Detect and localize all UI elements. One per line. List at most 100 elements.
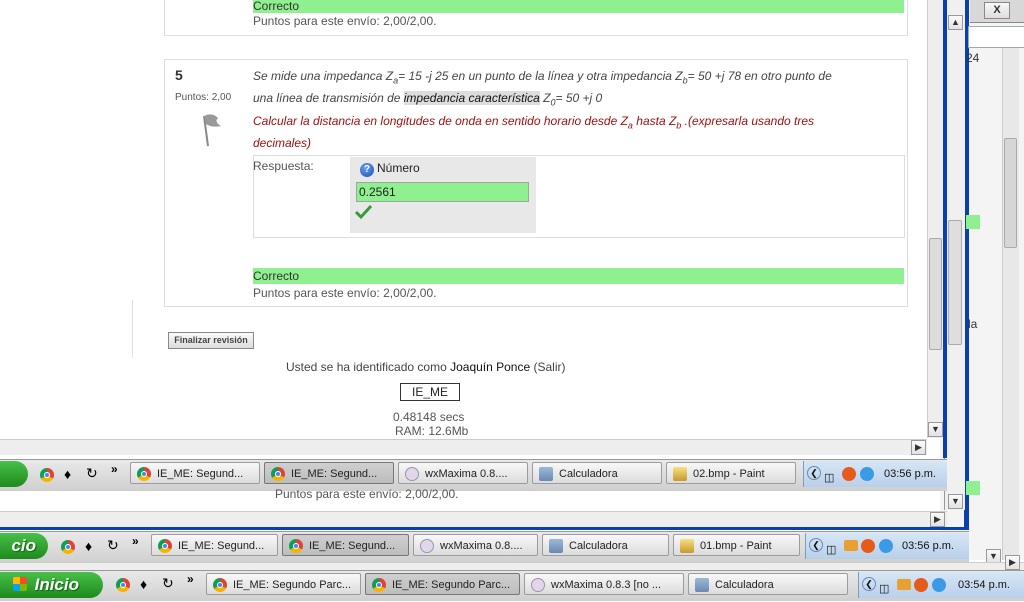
quicklaunch-icon-3[interactable]: ♦ (140, 576, 147, 592)
tray-arrow-icon[interactable]: ❮ (807, 466, 821, 480)
background-fragment-la: la (968, 317, 978, 331)
tray-app-icon-3[interactable] (914, 578, 928, 592)
taskbar-button-1[interactable]: IE_ME: Segund... (151, 534, 278, 556)
question-text: Se mide una impedanca Za= 15 -j 25 en un… (253, 67, 903, 152)
instruction-text-2: hasta Z (632, 113, 677, 128)
background-scrollbar-thumb[interactable] (1004, 138, 1017, 248)
question-text-2: = 15 -j 25 en un punto de la línea y otr… (398, 69, 683, 83)
taskbar-button-label: IE_ME: Segund... (178, 540, 265, 552)
paint-icon (673, 467, 687, 481)
taskbar-button-label: wxMaxima 0.8.3 [no ... (551, 579, 662, 591)
overflow-icon[interactable]: » (111, 462, 118, 476)
start-button-1[interactable] (0, 461, 28, 487)
tray-globe-icon[interactable] (860, 467, 874, 481)
chrome-icon (289, 539, 303, 553)
mid-scrollbar-thumb[interactable] (948, 220, 962, 345)
tray-folder-icon-3[interactable] (897, 579, 911, 590)
calculator-icon (539, 467, 553, 481)
taskbar-button-label: wxMaxima 0.8.... (440, 540, 523, 552)
taskbar-button-label: 01.bmp - Paint (700, 540, 772, 552)
glossary-link[interactable]: impedancia característica (403, 91, 540, 106)
chrome-quicklaunch-icon[interactable] (40, 468, 54, 482)
taskbar-button-4[interactable]: Calculadora (688, 573, 848, 595)
tray-app-icon[interactable] (842, 467, 856, 481)
question-text-5: Z (539, 91, 551, 106)
taskbar-button-1[interactable]: IE_ME: Segund... (130, 462, 260, 484)
chrome-icon (271, 467, 285, 481)
behind-scroll-right-button[interactable]: ▶ (930, 512, 945, 527)
quicklaunch-icon-2[interactable]: ♦ (85, 538, 92, 554)
start-button-2[interactable]: cio (0, 533, 48, 559)
main-horizontal-scrollbar[interactable]: ▶ (0, 439, 927, 455)
taskbar-button-2[interactable]: IE_ME: Segund... (264, 462, 394, 484)
background-scroll-right-button[interactable]: ▶ (1005, 555, 1020, 570)
instruction: Calcular la distancia en longitudes de o… (253, 114, 814, 150)
chrome-icon (158, 539, 172, 553)
close-icon[interactable]: X (984, 2, 1010, 19)
paint-icon (680, 539, 694, 553)
taskbar-button-1[interactable]: IE_ME: Segundo Parc... (206, 573, 361, 595)
tray-arrow-icon-2[interactable]: ❮ (809, 538, 823, 552)
behind-horizontal-scrollbar[interactable]: ▶ (0, 511, 947, 527)
main-scroll-down-button[interactable]: ▼ (928, 422, 943, 437)
user-link[interactable]: Joaquín Ponce (450, 360, 530, 374)
taskbar-button-3[interactable]: wxMaxima 0.8.... (398, 462, 528, 484)
instruction-text-4: decimales) (253, 136, 312, 151)
answer-type-label: Número (377, 161, 420, 175)
tray-3: ❮ ◫ 03:54 p.m. (858, 572, 1024, 598)
taskbar-button-3[interactable]: wxMaxima 0.8.... (413, 534, 538, 556)
main-vertical-scrollbar[interactable]: ▼ (927, 0, 943, 438)
taskbar-button-3[interactable]: wxMaxima 0.8.3 [no ... (524, 573, 684, 595)
chrome-quicklaunch-icon-3[interactable] (116, 578, 130, 592)
chrome-icon (372, 578, 386, 592)
tray-arrow-icon-3[interactable]: ❮ (862, 577, 876, 591)
mid-scroll-down-button[interactable]: ▼ (948, 494, 963, 509)
taskbar-button-4[interactable]: Calculadora (542, 534, 669, 556)
chrome-icon (137, 467, 151, 481)
calculator-icon (549, 539, 563, 553)
taskbar-button-label: IE_ME: Segundo Parc... (233, 579, 352, 591)
answer-label: Respuesta: (253, 159, 314, 173)
main-scrollbar-thumb[interactable] (929, 238, 942, 350)
login-prefix: Usted se ha identificado como (286, 360, 451, 374)
tray-folder-icon-2[interactable] (844, 540, 858, 551)
refresh-icon-3[interactable]: ↻ (162, 575, 174, 592)
chrome-quicklaunch-icon-2[interactable] (61, 540, 75, 554)
refresh-icon[interactable]: ↻ (86, 465, 98, 482)
taskbar-button-2[interactable]: IE_ME: Segund... (282, 534, 409, 556)
taskbar-button-2[interactable]: IE_ME: Segundo Parc... (365, 573, 520, 595)
main-window-border (943, 0, 947, 458)
taskbar-button-label: 02.bmp - Paint (693, 468, 765, 480)
course-button[interactable]: IE_ME (400, 383, 460, 401)
finish-review-button[interactable]: Finalizar revisión (168, 332, 254, 349)
tray-globe-icon-2[interactable] (879, 539, 893, 553)
taskbar-button-label: Calculadora (715, 579, 774, 591)
behind-score: Puntos para este envío: 2,00/2,00. (275, 487, 459, 501)
taskbar-button-5[interactable]: 02.bmp - Paint (666, 462, 796, 484)
calculator-icon (695, 578, 709, 592)
flag-icon[interactable] (194, 112, 224, 148)
tray-globe-icon-3[interactable] (932, 578, 946, 592)
help-icon[interactable]: ? (360, 163, 374, 177)
overflow-icon-3[interactable]: » (187, 572, 194, 586)
taskbar-button-label: wxMaxima 0.8.... (425, 468, 508, 480)
taskbar-button-5[interactable]: 01.bmp - Paint (673, 534, 800, 556)
quicklaunch-icon[interactable]: ♦ (64, 466, 71, 482)
main-scroll-right-button[interactable]: ▶ (911, 440, 926, 455)
background-correct-bar (966, 215, 980, 229)
background-close-button[interactable]: X (970, 0, 1024, 23)
taskbar-button-4[interactable]: Calculadora (532, 462, 662, 484)
logout-link[interactable]: (Salir) (534, 360, 566, 374)
tray-app-icon-2[interactable] (861, 539, 875, 553)
background-scrollbar[interactable] (1002, 48, 1019, 560)
mid-scroll-up-button[interactable]: ▲ (948, 15, 963, 30)
windows-logo-icon[interactable] (13, 577, 27, 591)
refresh-icon-2[interactable]: ↻ (107, 537, 119, 554)
overflow-icon-2[interactable]: » (132, 534, 139, 548)
background-input[interactable] (968, 26, 1024, 48)
network-icon: ◫ (824, 472, 835, 484)
network-icon-3: ◫ (879, 583, 890, 595)
network-icon-2: ◫ (826, 544, 837, 556)
answer-input[interactable]: 0.2561 (356, 182, 529, 202)
instruction-text-1: Calcular la distancia en longitudes de o… (253, 113, 628, 128)
